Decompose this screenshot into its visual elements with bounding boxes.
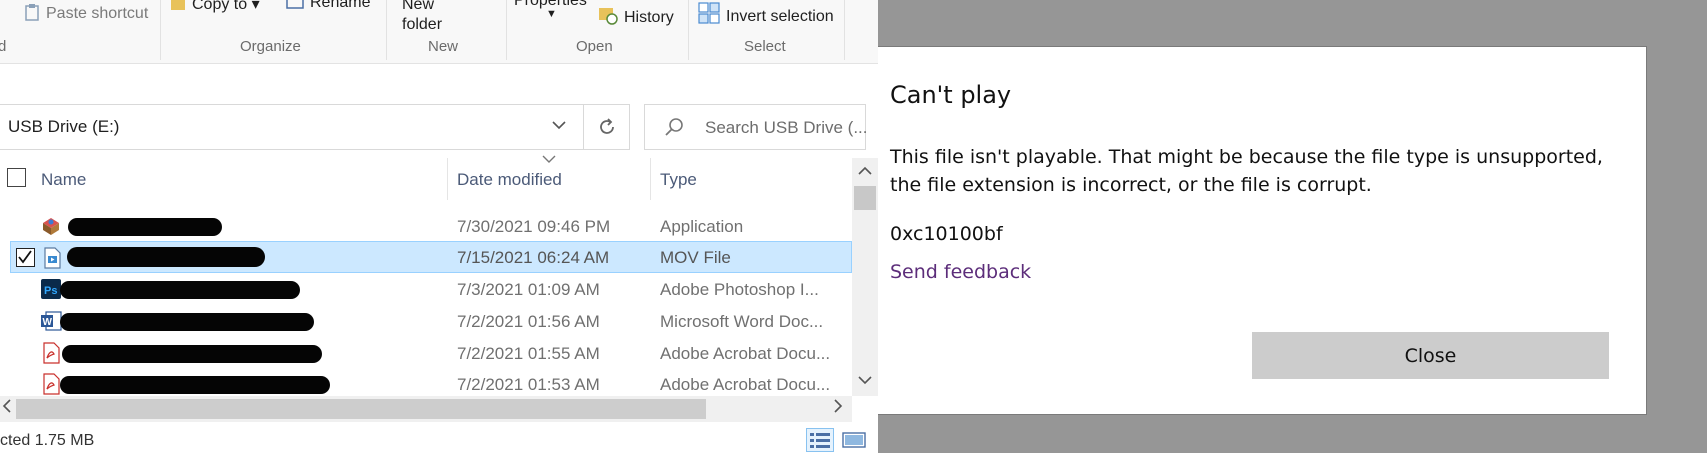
vertical-scrollbar[interactable]	[852, 158, 878, 396]
redacted-filename	[68, 218, 222, 236]
redacted-filename	[67, 247, 265, 267]
search-input[interactable]: Search USB Drive (...	[705, 118, 868, 138]
scroll-right-icon[interactable]	[834, 399, 843, 416]
redacted-filename	[60, 313, 314, 331]
file-date: 7/2/2021 01:56 AM	[457, 312, 600, 331]
invert-selection-icon	[698, 2, 720, 24]
file-type: MOV File	[660, 248, 731, 267]
file-explorer-window: Paste shortcut Copy to ▾ Rename New fold…	[0, 0, 878, 453]
new-folder-button[interactable]: New folder	[402, 0, 442, 38]
dropdown-arrow-icon: ▼	[546, 8, 557, 20]
address-path: USB Drive (E:)	[8, 117, 120, 136]
file-date: 7/2/2021 01:55 AM	[457, 344, 600, 363]
address-bar[interactable]: USB Drive (E:)	[0, 104, 584, 150]
application-icon	[43, 218, 59, 235]
scrollbar-thumb[interactable]	[16, 399, 706, 419]
invert-selection-button[interactable]: Invert selection	[698, 2, 834, 26]
column-divider[interactable]	[650, 158, 651, 200]
file-date: 7/15/2021 06:24 AM	[457, 248, 610, 267]
properties-button[interactable]: Properties ▼	[514, 0, 587, 20]
search-box[interactable]: Search USB Drive (...	[644, 104, 868, 150]
ribbon-divider	[160, 0, 161, 60]
redacted-filename	[60, 281, 300, 299]
column-type[interactable]: Type	[660, 170, 697, 190]
open-group-label: Open	[576, 38, 613, 55]
svg-text:W: W	[43, 317, 53, 328]
pdf-icon	[43, 373, 60, 395]
file-row-selected[interactable]: 7/15/2021 06:24 AM MOV File	[10, 241, 852, 273]
rename-button[interactable]: Rename	[286, 0, 370, 12]
file-type: Adobe Acrobat Docu...	[660, 344, 831, 363]
horizontal-scrollbar[interactable]	[0, 396, 852, 422]
ribbon-divider	[386, 0, 387, 60]
history-icon	[599, 8, 618, 25]
details-view-icon	[810, 433, 830, 448]
video-file-icon	[44, 247, 61, 269]
error-code: 0xc10100bf	[890, 223, 1003, 245]
organize-group-label: Organize	[240, 38, 301, 55]
ribbon: Paste shortcut Copy to ▾ Rename New fold…	[0, 0, 878, 64]
column-name[interactable]: Name	[41, 170, 86, 190]
dropdown-arrow-icon: ▾	[251, 0, 260, 13]
dialog-title: Can't play	[890, 81, 1012, 109]
file-type: Adobe Acrobat Docu...	[660, 375, 831, 394]
scroll-up-icon[interactable]	[858, 164, 872, 178]
close-button[interactable]: Close	[1252, 332, 1609, 379]
word-icon: W	[41, 311, 62, 331]
large-icons-view-button[interactable]	[840, 428, 868, 452]
scroll-left-icon[interactable]	[2, 399, 11, 416]
checkmark-icon	[18, 250, 32, 264]
refresh-button[interactable]	[584, 104, 630, 150]
history-button[interactable]: History	[598, 5, 674, 27]
new-group-label: New	[428, 38, 459, 55]
column-date-modified[interactable]: Date modified	[457, 170, 562, 190]
paste-shortcut-button[interactable]: Paste shortcut	[24, 3, 148, 23]
redacted-filename	[60, 376, 330, 394]
select-group-label: Select	[744, 38, 786, 55]
svg-text:Ps: Ps	[44, 285, 57, 297]
scrollbar-thumb[interactable]	[854, 186, 876, 210]
row-checkbox[interactable]	[16, 248, 35, 267]
send-feedback-link[interactable]: Send feedback	[890, 261, 1031, 283]
scroll-down-icon[interactable]	[858, 374, 872, 388]
file-date: 7/3/2021 01:09 AM	[457, 280, 600, 299]
ribbon-divider	[688, 0, 689, 60]
status-bar: cted 1.75 MB	[0, 424, 878, 453]
paste-shortcut-icon	[25, 4, 39, 21]
file-type: Microsoft Word Doc...	[660, 312, 824, 331]
cant-play-dialog: Can't play This file isn't playable. Tha…	[878, 46, 1647, 415]
dialog-message: This file isn't playable. That might be …	[890, 146, 1603, 196]
folder-icon	[171, 0, 185, 10]
select-all-checkbox[interactable]	[7, 168, 26, 187]
file-type: Application	[660, 217, 744, 236]
ribbon-divider	[506, 0, 507, 60]
clipboard-group-label: d	[0, 38, 7, 55]
file-type: Adobe Photoshop I...	[660, 280, 819, 299]
sort-indicator-icon	[542, 154, 556, 166]
photoshop-icon: Ps	[41, 279, 61, 299]
ribbon-divider	[844, 0, 845, 60]
redacted-filename	[62, 345, 322, 363]
file-date: 7/30/2021 09:46 PM	[457, 217, 611, 236]
chevron-down-icon[interactable]	[552, 117, 566, 133]
pdf-icon	[43, 342, 60, 364]
file-row[interactable]: W 7/2/2021 01:56 AM Microsoft Word Doc..…	[10, 305, 852, 337]
column-divider[interactable]	[447, 158, 448, 200]
refresh-icon	[599, 118, 614, 134]
file-row[interactable]: 7/30/2021 09:46 PM Application	[10, 210, 852, 242]
file-row[interactable]: 7/2/2021 01:55 AM Adobe Acrobat Docu...	[10, 337, 852, 369]
large-icons-view-icon	[842, 432, 866, 448]
file-date: 7/2/2021 01:53 AM	[457, 375, 600, 394]
column-header: Name Date modified Type	[0, 155, 852, 200]
selection-status: cted 1.75 MB	[0, 432, 95, 449]
search-icon	[665, 118, 683, 136]
details-view-button[interactable]	[806, 428, 834, 452]
rename-icon	[286, 0, 304, 9]
file-row[interactable]: Ps 7/3/2021 01:09 AM Adobe Photoshop I..…	[10, 273, 852, 305]
copy-to-button[interactable]: Copy to ▾	[170, 0, 260, 14]
